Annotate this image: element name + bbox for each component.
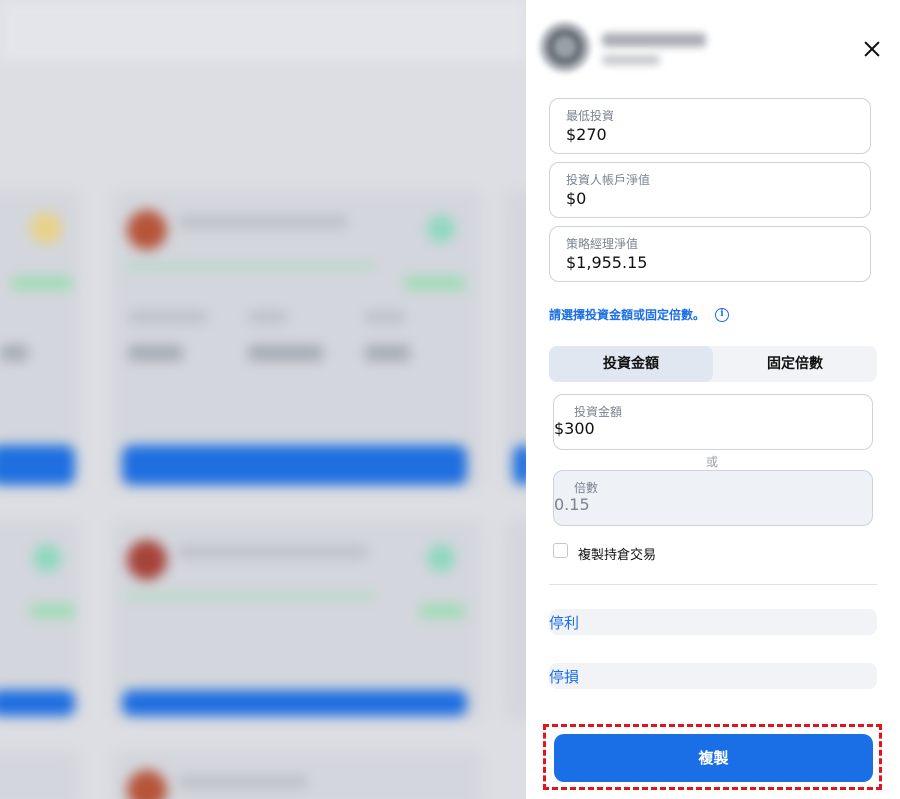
- tab-fixed-multiplier[interactable]: 固定倍數: [713, 346, 877, 382]
- take-profit-section[interactable]: 停利: [549, 609, 877, 635]
- tab-investment-amount[interactable]: 投資金額: [549, 346, 713, 382]
- divider: [549, 584, 877, 585]
- strategy-avatar: [540, 22, 590, 72]
- panel-header: [526, 0, 900, 90]
- investment-amount-field[interactable]: 投資金額 $300: [553, 394, 873, 450]
- copy-positions-label: 複製持倉交易: [578, 548, 657, 563]
- strategy-card: [505, 520, 526, 720]
- manager-equity-value: $1,955.15: [566, 253, 648, 272]
- stop-loss-section[interactable]: 停損: [549, 663, 877, 689]
- copy-trade-panel: 最低投資 $270 投資人帳戶淨值 $0 策略經理淨值 $1,955.15 請選…: [526, 0, 900, 799]
- multiplier-label: 倍數: [574, 481, 599, 495]
- background-page: [0, 0, 526, 799]
- stop-loss-label: 停損: [549, 668, 580, 686]
- info-icon[interactable]: i: [715, 307, 730, 322]
- copy-positions-row[interactable]: 複製持倉交易: [553, 538, 656, 563]
- strategy-name-blurred: [602, 33, 706, 47]
- investment-amount-label: 投資金額: [574, 405, 623, 419]
- selection-hint-text: 請選擇投資金額或固定倍數。: [549, 308, 706, 322]
- close-icon[interactable]: [861, 38, 883, 60]
- or-separator: 或: [706, 455, 719, 469]
- copy-positions-checkbox[interactable]: [553, 543, 568, 558]
- investment-amount-value: $300: [554, 419, 595, 438]
- min-investment-value: $270: [566, 125, 607, 144]
- copy-button[interactable]: 複製: [554, 734, 873, 782]
- investor-equity-label: 投資人帳戶淨值: [566, 173, 651, 187]
- min-investment-box: 最低投資 $270: [549, 98, 871, 154]
- take-profit-label: 停利: [549, 614, 580, 632]
- investor-equity-value: $0: [566, 189, 587, 208]
- manager-equity-box: 策略經理淨值 $1,955.15: [549, 226, 871, 282]
- background-topbar: [0, 0, 526, 64]
- investor-equity-box: 投資人帳戶淨值 $0: [549, 162, 871, 218]
- mode-selector: 投資金額 固定倍數: [549, 346, 877, 382]
- selection-hint: 請選擇投資金額或固定倍數。 i: [549, 306, 730, 323]
- strategy-card: [0, 750, 80, 799]
- multiplier-field[interactable]: 倍數 0.15: [553, 470, 873, 526]
- multiplier-value: 0.15: [554, 495, 590, 514]
- strategy-subtitle-blurred: [602, 55, 660, 65]
- min-investment-label: 最低投資: [566, 109, 615, 123]
- manager-equity-label: 策略經理淨值: [566, 237, 639, 251]
